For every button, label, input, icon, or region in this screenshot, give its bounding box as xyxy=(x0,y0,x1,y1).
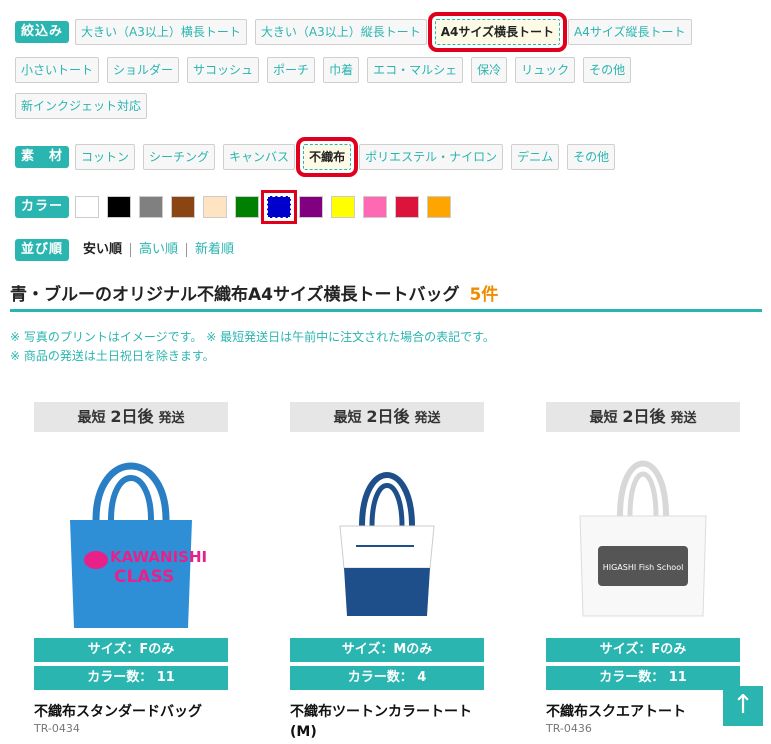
color-swatch-pink[interactable] xyxy=(363,196,388,218)
chip-material-sheeting[interactable]: シーチング xyxy=(143,144,216,170)
sort-label: 並び順 xyxy=(15,239,70,261)
ship-prefix: 最短 xyxy=(589,410,618,426)
color-swatch-white[interactable] xyxy=(75,196,100,218)
size-info: サイズ：Fのみ xyxy=(546,638,740,662)
sort-newest[interactable]: 新着順 xyxy=(187,243,242,257)
product-image[interactable]: HIGASHI Fish School xyxy=(546,438,740,638)
ship-days: 2日後 xyxy=(366,407,410,426)
chip-size-other[interactable]: その他 xyxy=(583,57,632,83)
bag-print-line2: CLASS xyxy=(114,567,174,587)
chip-size-a4-tall[interactable]: A4サイズ縦長トート xyxy=(568,19,692,45)
ship-days: 2日後 xyxy=(110,407,154,426)
chip-material-denim[interactable]: デニム xyxy=(511,144,560,170)
color-swatch-black[interactable] xyxy=(107,196,132,218)
chip-material-canvas[interactable]: キャンバス xyxy=(223,144,296,170)
chip-material-cotton[interactable]: コットン xyxy=(75,144,136,170)
heading-divider xyxy=(10,309,762,312)
color-count-info: カラー数： 4 xyxy=(290,666,484,690)
results-title: 青・ブルーのオリジナル不織布A4サイズ横長トートバッグ xyxy=(10,285,460,305)
ship-suffix: 発送 xyxy=(670,411,697,426)
sort-row: 並び順 安い順 高い順 新着順 xyxy=(15,239,242,261)
chip-size-backpack[interactable]: リュック xyxy=(515,57,576,83)
product-name[interactable]: 不織布スクエアトート xyxy=(546,702,740,722)
chip-size-pouch[interactable]: ポーチ xyxy=(267,57,316,83)
color-swatch-purple[interactable] xyxy=(299,196,324,218)
product-image[interactable]: KAWANISHI CLASS xyxy=(34,438,228,638)
chip-material-other[interactable]: その他 xyxy=(567,144,616,170)
color-count-info: カラー数： 11 xyxy=(34,666,228,690)
size-info: サイズ：Mのみ xyxy=(290,638,484,662)
ship-suffix: 発送 xyxy=(158,411,185,426)
filter-label-material: 素 材 xyxy=(15,146,70,168)
product-card[interactable]: 最短 2日後 発送 KAWANISHI CLASS サイズ：Fのみ カラー数： … xyxy=(34,402,228,735)
chip-size-sacoche[interactable]: サコッシュ xyxy=(187,57,260,83)
sort-expensive[interactable]: 高い順 xyxy=(131,243,188,257)
shipping-tag: 最短 2日後 発送 xyxy=(34,402,228,432)
color-swatch-beige[interactable] xyxy=(203,196,228,218)
chip-size-a4-wide[interactable]: A4サイズ横長トート xyxy=(427,12,568,52)
chip-size-shoulder[interactable]: ショルダー xyxy=(107,57,180,83)
product-name[interactable]: 不織布ツートンカラートート(M) xyxy=(290,702,484,742)
product-card[interactable]: 最短 2日後 発送 HIGASHI Fish School サイズ：Fのみ カラ… xyxy=(546,402,740,735)
chip-size-inkjet[interactable]: 新インクジェット対応 xyxy=(15,93,148,119)
product-code: TR-0434 xyxy=(34,722,80,735)
chip-size-a3-tall[interactable]: 大きい（A3以上）縦長トート xyxy=(254,19,427,45)
product-code: TR-0436 xyxy=(546,722,592,735)
color-count-info: カラー数： 11 xyxy=(546,666,740,690)
ship-days: 2日後 xyxy=(622,407,666,426)
material-filter-row: 素 材 コットン シーチング キャンバス 不織布 ポリエステル・ナイロン デニム… xyxy=(15,137,623,177)
color-swatch-blue[interactable] xyxy=(261,190,298,224)
chip-size-a3-wide[interactable]: 大きい（A3以上）横長トート xyxy=(75,19,247,45)
ship-prefix: 最短 xyxy=(77,410,106,426)
filter-label-narrow: 絞込み xyxy=(15,21,70,43)
product-card[interactable]: 最短 2日後 発送 サイズ：Mのみ カラー数： 4 不織布ツートンカラートート(… xyxy=(290,402,484,742)
back-to-top-button[interactable]: ↑ xyxy=(723,686,763,726)
arrow-up-icon: ↑ xyxy=(732,690,754,720)
note-print-image: ※ 写真のプリントはイメージです。 ※ 最短発送日は午前中に注文された場合の表記… xyxy=(10,330,495,344)
filter-label-color: カラー xyxy=(15,196,70,218)
results-heading: 青・ブルーのオリジナル不織布A4サイズ横長トートバッグ 5件 xyxy=(10,280,498,305)
size-info: サイズ：Fのみ xyxy=(34,638,228,662)
color-swatch-green[interactable] xyxy=(235,196,260,218)
bag-print-line1: HIGASHI Fish School xyxy=(603,563,684,572)
color-swatch-red[interactable] xyxy=(395,196,420,218)
sort-cheap[interactable]: 安い順 xyxy=(75,243,132,257)
color-swatch-orange[interactable] xyxy=(427,196,452,218)
color-swatch-brown[interactable] xyxy=(171,196,196,218)
results-count: 5件 xyxy=(469,285,499,305)
shipping-tag: 最短 2日後 発送 xyxy=(546,402,740,432)
note-shipping-days: ※ 商品の発送は土日祝日を除きます。 xyxy=(10,349,215,363)
color-filter-row: カラー xyxy=(15,190,459,224)
color-swatch-gray[interactable] xyxy=(139,196,164,218)
chip-size-cooler[interactable]: 保冷 xyxy=(471,57,508,83)
chip-size-small[interactable]: 小さいトート xyxy=(15,57,100,83)
chip-material-polyester[interactable]: ポリエステル・ナイロン xyxy=(359,144,504,170)
bag-print-line1: KAWANISHI xyxy=(110,548,207,566)
chip-size-eco[interactable]: エコ・マルシェ xyxy=(367,57,464,83)
size-filter-row: 絞込み 大きい（A3以上）横長トート 大きい（A3以上）縦長トート A4サイズ横… xyxy=(15,12,765,52)
shipping-tag: 最短 2日後 発送 xyxy=(290,402,484,432)
chip-size-kinchaku[interactable]: 巾着 xyxy=(323,57,360,83)
size-filter-row-3: 新インクジェット対応 xyxy=(15,93,155,119)
size-filter-row-2: 小さいトート ショルダー サコッシュ ポーチ 巾着 エコ・マルシェ 保冷 リュッ… xyxy=(15,57,639,83)
product-name[interactable]: 不織布スタンダードバッグ xyxy=(34,702,228,722)
ship-prefix: 最短 xyxy=(333,410,362,426)
product-image[interactable] xyxy=(290,438,484,638)
ship-suffix: 発送 xyxy=(414,411,441,426)
color-swatch-yellow[interactable] xyxy=(331,196,356,218)
chip-material-nonwoven[interactable]: 不織布 xyxy=(296,137,359,177)
